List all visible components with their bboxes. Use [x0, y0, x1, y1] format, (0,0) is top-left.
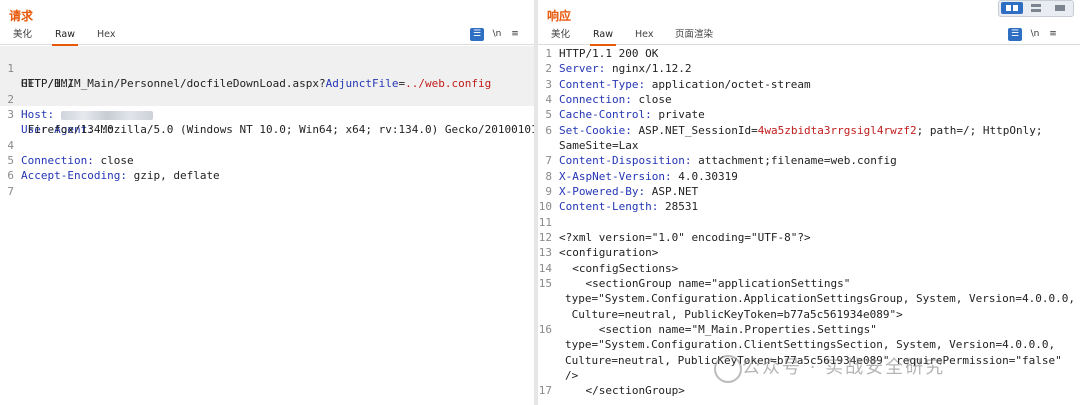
tab-hex[interactable]: Hex [94, 26, 118, 44]
newline-toggle-button[interactable]: \n [1028, 28, 1042, 41]
tab-raw[interactable]: Raw [52, 26, 78, 46]
layout-split-button[interactable] [1001, 2, 1023, 14]
request-editor[interactable]: 1 GET /HM/M_Main/Personnel/docfileDownLo… [0, 46, 534, 405]
tab-raw[interactable]: Raw [590, 26, 616, 46]
newline-toggle-button[interactable]: \n [490, 28, 504, 41]
layout-horizontal-button[interactable] [1025, 2, 1047, 14]
layout-toggle [998, 0, 1074, 17]
response-pane: 响应 美化 Raw Hex 页面渲染 ☰ \n ≡ 1 HTTP/1.1 200 … [538, 0, 1080, 405]
request-line: 7 [7, 185, 14, 198]
list-wrap-icon[interactable]: ☰ [1008, 28, 1022, 41]
layout-single-button[interactable] [1049, 2, 1071, 14]
list-wrap-icon[interactable]: ☰ [470, 28, 484, 41]
response-editor[interactable]: 1 HTTP/1.1 200 OK 2 Server: nginx/1.12.2 3… [538, 46, 1080, 405]
watermark: 公众号 · 实战安全研究 [742, 357, 946, 378]
menu-icon[interactable]: ≡ [508, 28, 522, 41]
response-title: 响应 [547, 9, 572, 23]
tab-render[interactable]: 页面渲染 [672, 26, 716, 44]
response-tabs: 美化 Raw Hex 页面渲染 [538, 26, 1080, 46]
tab-hex[interactable]: Hex [632, 26, 656, 44]
tab-pretty[interactable]: 美化 [10, 26, 35, 44]
tab-pretty[interactable]: 美化 [548, 26, 573, 44]
menu-icon[interactable]: ≡ [1046, 28, 1060, 41]
request-title: 请求 [9, 9, 34, 23]
request-pane: 请求 美化 Raw Hex ☰ \n ≡ 1 GET /HM/M_Main/Pe… [0, 0, 534, 405]
request-tabs: 美化 Raw Hex [0, 26, 534, 46]
